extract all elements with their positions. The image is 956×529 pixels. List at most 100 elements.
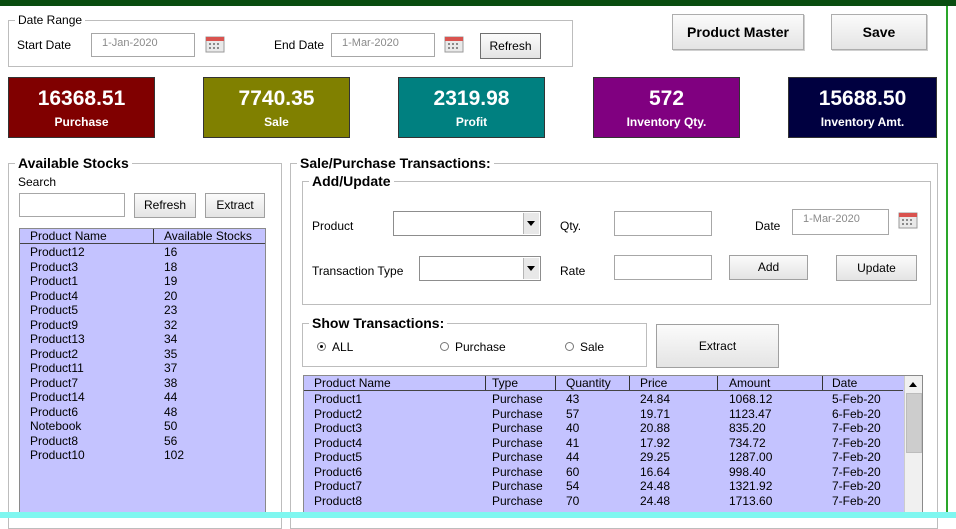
stock-product-name: Product6 [30, 404, 79, 419]
kpi-purchase-card: 16368.51 Purchase [8, 77, 155, 138]
table-row[interactable]: Product2 Purchase 57 19.71 1123.47 6-Feb-20 [304, 407, 903, 422]
radio-purchase[interactable] [440, 342, 449, 351]
tx-date: 6-Feb-20 [832, 406, 881, 421]
product-master-button[interactable]: Product Master [672, 14, 804, 50]
table-row[interactable]: Product10 102 [20, 448, 265, 463]
tx-quantity: 60 [566, 464, 580, 479]
tx-price: 19.71 [640, 406, 671, 421]
stock-quantity: 48 [164, 404, 178, 419]
transactions-list-header: Product Name Type Quantity Price Amount … [304, 376, 903, 391]
table-row[interactable]: Product7 Purchase 54 24.48 1321.92 7-Feb-20 [304, 479, 903, 494]
stocks-extract-button[interactable]: Extract [205, 193, 265, 218]
kpi-inventory-amt-value: 15688.50 [818, 87, 907, 110]
stock-quantity: 102 [164, 448, 185, 462]
table-row[interactable]: Product4 20 [20, 289, 265, 304]
add-button[interactable]: Add [729, 255, 808, 280]
product-dropdown[interactable] [393, 211, 541, 236]
radio-sale-label[interactable]: Sale [580, 340, 604, 354]
table-row[interactable]: Product6 Purchase 60 16.64 998.40 7-Feb-20 [304, 465, 903, 480]
tx-type: Purchase [492, 450, 543, 464]
transaction-type-label: Transaction Type [312, 264, 404, 278]
transaction-type-dropdown[interactable] [419, 256, 541, 281]
tx-product-name: Product5 [314, 450, 363, 464]
stock-quantity: 44 [164, 390, 178, 404]
tx-date: 7-Feb-20 [832, 493, 881, 508]
tx-col-date: Date [832, 376, 858, 390]
rate-field[interactable] [614, 255, 712, 280]
tx-price: 17.92 [640, 435, 671, 450]
tx-price: 29.25 [640, 450, 671, 464]
tx-amount: 1287.00 [729, 450, 773, 464]
table-row[interactable]: Product14 44 [20, 390, 265, 405]
stock-quantity: 20 [164, 288, 178, 303]
scroll-thumb[interactable] [906, 393, 922, 453]
table-row[interactable]: Product3 Purchase 40 20.88 835.20 7-Feb-20 [304, 421, 903, 436]
search-label: Search [18, 175, 57, 189]
table-row[interactable]: Product5 Purchase 44 29.25 1287.00 7-Feb-20 [304, 450, 903, 465]
date-refresh-button[interactable]: Refresh [480, 33, 541, 59]
kpi-inventory-qty-value: 572 [648, 87, 685, 110]
table-row[interactable]: Product5 23 [20, 303, 265, 318]
radio-sale[interactable] [565, 342, 574, 351]
kpi-profit-label: Profit [455, 115, 488, 129]
tx-amount: 1123.47 [729, 406, 772, 421]
table-row[interactable]: Product8 Purchase 70 24.48 1713.60 7-Feb-20 [304, 494, 903, 509]
tx-price: 24.84 [640, 392, 671, 406]
update-button[interactable]: Update [836, 255, 917, 281]
table-row[interactable]: Product9 32 [20, 318, 265, 333]
stock-quantity: 16 [164, 245, 178, 259]
end-date-field[interactable]: 1-Mar-2020 [331, 33, 435, 57]
end-date-calendar-icon[interactable] [444, 35, 464, 53]
tx-amount: 1321.92 [729, 479, 773, 493]
stock-product-name: Product1 [30, 274, 79, 288]
tx-quantity: 57 [566, 406, 580, 421]
radio-purchase-label[interactable]: Purchase [455, 340, 506, 354]
tx-date: 7-Feb-20 [832, 464, 881, 479]
radio-all[interactable] [317, 342, 326, 351]
table-row[interactable]: Product4 Purchase 41 17.92 734.72 7-Feb-20 [304, 436, 903, 451]
qty-field[interactable] [614, 211, 712, 236]
scroll-up-icon[interactable] [905, 376, 922, 392]
table-row[interactable]: Product13 34 [20, 332, 265, 347]
stock-quantity: 18 [164, 259, 178, 274]
status-bar-edge [0, 512, 956, 518]
table-row[interactable]: Product3 18 [20, 260, 265, 275]
tx-price: 24.48 [640, 479, 671, 493]
table-row[interactable]: Product2 35 [20, 347, 265, 362]
end-date-label: End Date [274, 38, 325, 52]
table-row[interactable]: Product7 38 [20, 376, 265, 391]
table-row[interactable]: Product8 56 [20, 434, 265, 449]
table-row[interactable]: Product1 19 [20, 274, 265, 289]
transactions-extract-button[interactable]: Extract [656, 324, 779, 368]
stock-search-input[interactable] [19, 193, 125, 217]
add-update-group: Add/Update [302, 173, 931, 305]
radio-all-label[interactable]: ALL [332, 340, 353, 354]
chevron-down-icon [523, 258, 539, 279]
tx-product-name: Product4 [314, 435, 363, 450]
tx-quantity: 40 [566, 421, 580, 435]
tx-amount: 835.20 [729, 421, 766, 435]
stock-quantity: 35 [164, 346, 178, 361]
transactions-scrollbar[interactable] [904, 376, 922, 517]
stock-product-name: Product3 [30, 259, 79, 274]
stock-product-name: Product12 [30, 245, 85, 259]
start-date-field[interactable]: 1-Jan-2020 [91, 33, 195, 57]
transactions-list[interactable]: Product Name Type Quantity Price Amount … [303, 375, 923, 518]
table-row[interactable]: Notebook 50 [20, 419, 265, 434]
transaction-date-field[interactable]: 1-Mar-2020 [792, 209, 889, 235]
tx-date: 5-Feb-20 [832, 392, 881, 406]
tx-product-name: Product7 [314, 479, 363, 493]
tx-amount: 1068.12 [729, 392, 773, 406]
start-date-calendar-icon[interactable] [205, 35, 225, 53]
table-row[interactable]: Product11 37 [20, 361, 265, 376]
save-button[interactable]: Save [831, 14, 927, 50]
table-row[interactable]: Product1 Purchase 43 24.84 1068.12 5-Feb-20 [304, 392, 903, 407]
rate-label: Rate [560, 264, 586, 278]
tx-product-name: Product1 [314, 392, 363, 406]
transaction-date-calendar-icon[interactable] [898, 211, 918, 229]
table-row[interactable]: Product6 48 [20, 405, 265, 420]
stocks-refresh-button[interactable]: Refresh [134, 193, 196, 218]
available-stocks-list[interactable]: Product Name Available Stocks Product12 1… [19, 228, 266, 518]
table-row[interactable]: Product12 16 [20, 245, 265, 260]
tx-type: Purchase [492, 421, 543, 435]
